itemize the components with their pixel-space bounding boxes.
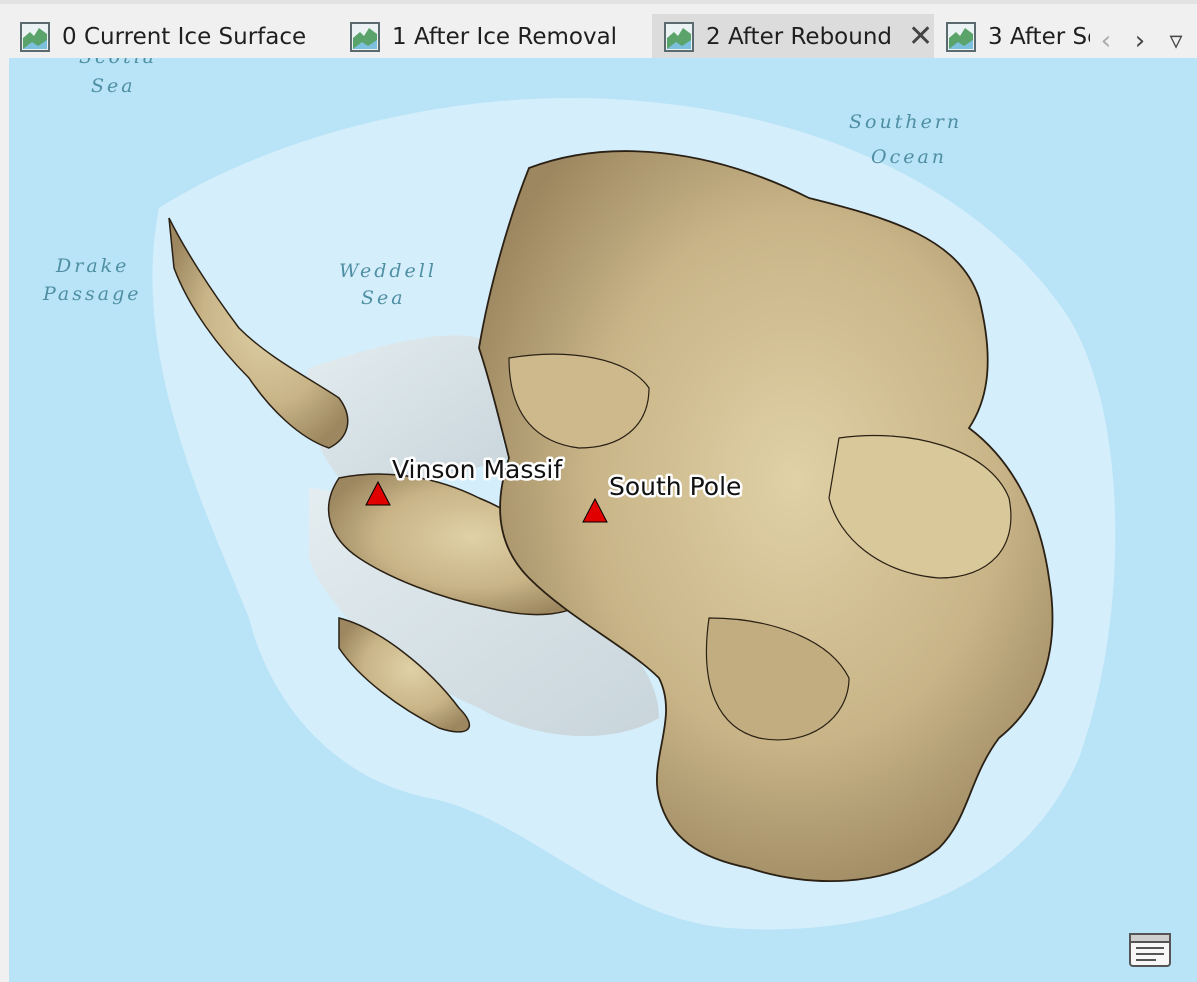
scroll-tabs-right-icon[interactable]: › — [1126, 24, 1154, 58]
scotia-sea-label: Scotia — [79, 58, 157, 68]
tab-list-dropdown-icon[interactable]: ▿ — [1162, 24, 1190, 58]
tab-label: 1 After Ice Removal — [392, 24, 618, 50]
tab-label: 3 After Se — [988, 24, 1090, 50]
tab-after-sea[interactable]: 3 After Se — [926, 14, 1090, 60]
tab-label: 2 After Rebound — [706, 24, 893, 50]
southern-ocean-label: Ocean — [871, 146, 947, 168]
southern-ocean-label: Southern — [849, 111, 962, 133]
map-view-icon — [664, 22, 694, 52]
tab-current-ice-surface[interactable]: 0 Current Ice Surface — [0, 14, 320, 60]
scroll-tabs-left-icon[interactable]: ‹ — [1092, 24, 1120, 58]
map-view[interactable]: Scotia Sea Southern Ocean Drake Passage … — [9, 58, 1197, 982]
weddell-sea-label: Sea — [361, 287, 406, 309]
tab-after-ice-removal[interactable]: 1 After Ice Removal — [330, 14, 648, 60]
vinson-massif-label: Vinson Massif — [392, 455, 563, 484]
tab-after-rebound[interactable]: 2 After Rebound ✕ — [652, 14, 934, 60]
south-pole-label: South Pole — [609, 472, 741, 501]
map-view-icon — [20, 22, 50, 52]
map-view-icon — [350, 22, 380, 52]
map-tab-bar: 0 Current Ice Surface 1 After Ice Remova… — [0, 0, 1197, 60]
scotia-sea-label: Sea — [91, 75, 136, 97]
overview-map-icon[interactable] — [1128, 930, 1172, 970]
drake-passage-label: Passage — [42, 283, 142, 305]
map-canvas: Scotia Sea Southern Ocean Drake Passage … — [9, 58, 1197, 982]
map-view-icon — [946, 22, 976, 52]
drake-passage-label: Drake — [55, 255, 129, 277]
tab-label: 0 Current Ice Surface — [62, 24, 307, 50]
weddell-sea-label: Weddell — [339, 260, 437, 282]
